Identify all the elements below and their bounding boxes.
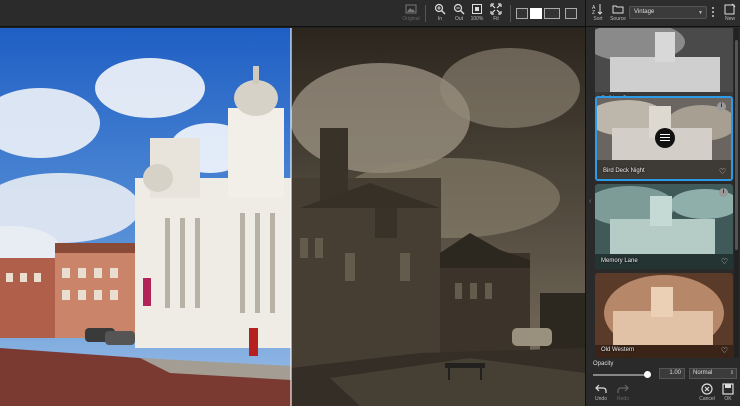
close-icon xyxy=(701,383,713,395)
preset-name: Bird Deck Night xyxy=(603,168,645,174)
preset-name: Memory Lane xyxy=(601,258,638,264)
save-icon xyxy=(722,383,734,395)
single-view-button[interactable] xyxy=(516,8,528,19)
info-icon[interactable]: i xyxy=(719,188,728,197)
more-options-icon[interactable] xyxy=(712,7,716,19)
toolbar-divider xyxy=(425,5,426,22)
ok-button[interactable]: OK xyxy=(717,383,739,402)
opacity-label: Opacity xyxy=(593,361,614,367)
preset-item[interactable]: i Memory Lane ♡ xyxy=(595,184,733,269)
preset-thumbnail xyxy=(595,184,733,269)
redo-icon xyxy=(617,384,629,393)
split-view-button[interactable] xyxy=(530,8,542,19)
category-value: Vintage xyxy=(634,9,655,15)
cancel-label: Cancel xyxy=(699,396,715,402)
chevron-down-icon: ⇕ xyxy=(729,370,734,376)
info-icon[interactable]: i xyxy=(717,102,726,111)
heart-icon[interactable]: ♡ xyxy=(721,346,728,355)
new-preset-icon xyxy=(724,3,736,15)
preset-name: Old Western xyxy=(601,347,635,353)
sort-button[interactable]: AZ Sort xyxy=(588,3,608,22)
new-preset-button[interactable]: New xyxy=(720,3,740,22)
redo-label: Redo xyxy=(617,396,629,402)
svg-text:Z: Z xyxy=(592,10,595,15)
new-label: New xyxy=(724,16,735,22)
image-toolbar: Original In Out 100% Fit xyxy=(0,0,585,27)
opacity-value-field[interactable]: 1.00 xyxy=(659,368,685,379)
sort-label: Sort xyxy=(593,16,603,22)
action-bar: Undo Redo Cancel OK xyxy=(586,381,740,406)
before-after-divider[interactable] xyxy=(290,28,292,406)
image-canvas[interactable] xyxy=(0,28,585,406)
cancel-button[interactable]: Cancel xyxy=(696,383,718,402)
preset-item-selected[interactable]: i Bird Deck Night ♡ xyxy=(595,96,733,181)
original-label: Original xyxy=(402,16,420,22)
zoom-in-label: In xyxy=(437,16,443,22)
source-button[interactable]: Source xyxy=(608,3,628,22)
collapse-panel-icon[interactable]: ‹ xyxy=(589,198,591,205)
zoom-out-label: Out xyxy=(454,16,464,22)
presets-panel: AZ Sort Source Vintage ▼ New Strik xyxy=(585,0,740,406)
opacity-slider[interactable] xyxy=(593,374,648,376)
undo-icon xyxy=(595,384,607,393)
fit-label: Fit xyxy=(493,16,499,22)
opacity-slider-knob[interactable] xyxy=(644,371,651,378)
actual-size-label: 100% xyxy=(470,16,484,22)
compare-view-button[interactable] xyxy=(565,8,577,19)
redo-button[interactable]: Redo xyxy=(612,383,634,402)
side-by-side-view-button[interactable] xyxy=(544,8,560,19)
zoom-in-icon xyxy=(434,3,446,15)
adjust-settings-icon[interactable] xyxy=(655,128,675,148)
preset-thumbnail xyxy=(595,273,733,358)
source-label: Source xyxy=(610,16,626,22)
sort-icon: AZ xyxy=(592,4,603,15)
preset-scrollbar-thumb[interactable] xyxy=(735,40,738,250)
fit-icon xyxy=(490,3,502,15)
actual-size-icon xyxy=(472,4,482,14)
photo-preview xyxy=(0,28,585,406)
zoom-out-icon xyxy=(453,3,465,15)
category-select[interactable]: Vintage ▼ xyxy=(629,6,707,19)
toolbar-divider xyxy=(510,5,511,22)
undo-label: Undo xyxy=(595,396,607,402)
undo-button[interactable]: Undo xyxy=(590,383,612,402)
preset-list: Striking Stone ♡ i Bird Deck Night ♡ xyxy=(591,28,739,358)
fit-button[interactable]: Fit xyxy=(484,3,508,25)
chevron-down-icon: ▼ xyxy=(698,10,703,16)
original-button[interactable]: Original xyxy=(399,3,423,25)
ok-label: OK xyxy=(724,396,732,402)
preset-item[interactable]: Old Western ♡ xyxy=(595,273,733,358)
heart-icon[interactable]: ♡ xyxy=(719,167,726,176)
opacity-controls: Opacity 1.00 Normal ⇕ xyxy=(586,360,740,380)
presets-header: AZ Sort Source Vintage ▼ New xyxy=(586,0,740,27)
image-icon xyxy=(405,4,417,14)
heart-icon[interactable]: ♡ xyxy=(721,257,728,266)
blend-mode-value: Normal xyxy=(693,370,713,376)
blend-mode-select[interactable]: Normal ⇕ xyxy=(689,368,737,379)
folder-icon xyxy=(612,5,624,14)
